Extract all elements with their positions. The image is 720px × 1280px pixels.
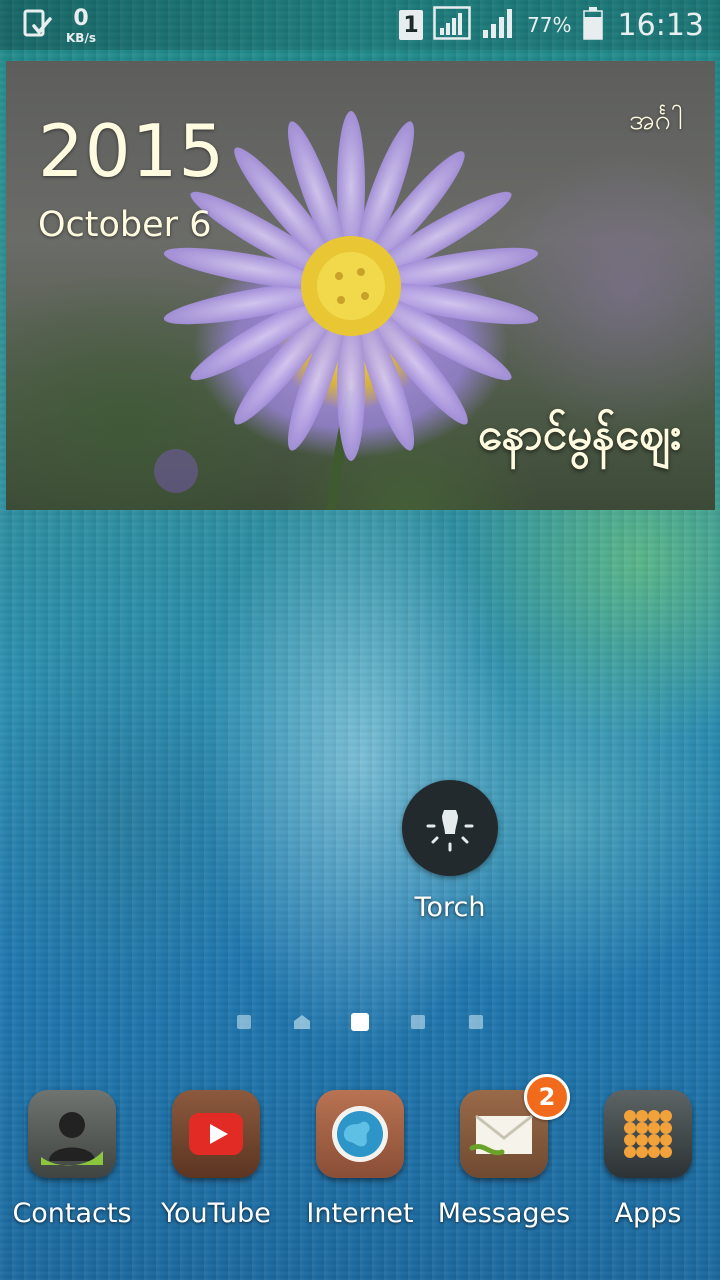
status-right: 1 77% 16:13 — [399, 6, 704, 44]
contacts-icon[interactable] — [28, 1090, 116, 1178]
dock-item-messages[interactable]: 2 Messages — [432, 1074, 576, 1229]
internet-label: Internet — [306, 1198, 414, 1229]
sim-signal-icon — [433, 6, 471, 44]
dock-item-contacts[interactable]: Contacts — [0, 1090, 144, 1229]
envelope-icon[interactable]: 2 — [460, 1074, 570, 1178]
page-dot-active[interactable] — [351, 1013, 369, 1031]
calendar-photo-widget[interactable]: 2015 October 6 အင်္ဂါ နောင်မွန်ဈေး — [6, 61, 715, 510]
download-complete-icon — [22, 8, 52, 44]
dock-item-internet[interactable]: Internet — [288, 1090, 432, 1229]
page-dot[interactable] — [411, 1015, 425, 1029]
status-left: 0 KB/s — [22, 8, 96, 44]
apps-grid-icon[interactable] — [604, 1090, 692, 1178]
signal-icon — [481, 6, 517, 44]
sim-slot-badge: 1 — [399, 10, 424, 40]
widget-location: နောင်မွန်ဈေး — [477, 409, 681, 460]
network-speed: 0 KB/s — [66, 6, 96, 45]
dock-item-youtube[interactable]: YouTube — [144, 1090, 288, 1229]
widget-weekday: အင်္ဂါ — [629, 103, 683, 136]
torch-shortcut[interactable]: Torch — [390, 780, 510, 923]
contacts-label: Contacts — [12, 1198, 132, 1229]
dock-item-apps[interactable]: Apps — [576, 1090, 720, 1229]
widget-year: 2015 — [38, 109, 226, 193]
torch-label: Torch — [414, 892, 486, 923]
network-speed-unit: KB/s — [66, 31, 96, 45]
globe-icon[interactable] — [316, 1090, 404, 1178]
status-clock: 16:13 — [617, 7, 704, 43]
home-page-icon[interactable] — [293, 1014, 311, 1034]
battery-percent: 77% — [527, 13, 572, 37]
page-dot[interactable] — [469, 1015, 483, 1029]
youtube-label: YouTube — [161, 1198, 271, 1229]
lightbulb-icon[interactable] — [402, 780, 498, 876]
page-indicator[interactable] — [231, 1012, 491, 1032]
apps-label: Apps — [614, 1198, 682, 1229]
battery-icon — [582, 6, 604, 44]
network-speed-value: 0 — [73, 6, 89, 31]
status-bar[interactable]: 0 KB/s 1 77% 16:13 — [0, 0, 720, 50]
messages-badge: 2 — [524, 1074, 570, 1120]
messages-label: Messages — [437, 1198, 571, 1229]
youtube-icon[interactable] — [172, 1090, 260, 1178]
widget-date: October 6 — [38, 205, 212, 245]
page-dot[interactable] — [237, 1015, 251, 1029]
app-dock: Contacts YouTube Internet 2 Messages App… — [0, 1074, 720, 1260]
